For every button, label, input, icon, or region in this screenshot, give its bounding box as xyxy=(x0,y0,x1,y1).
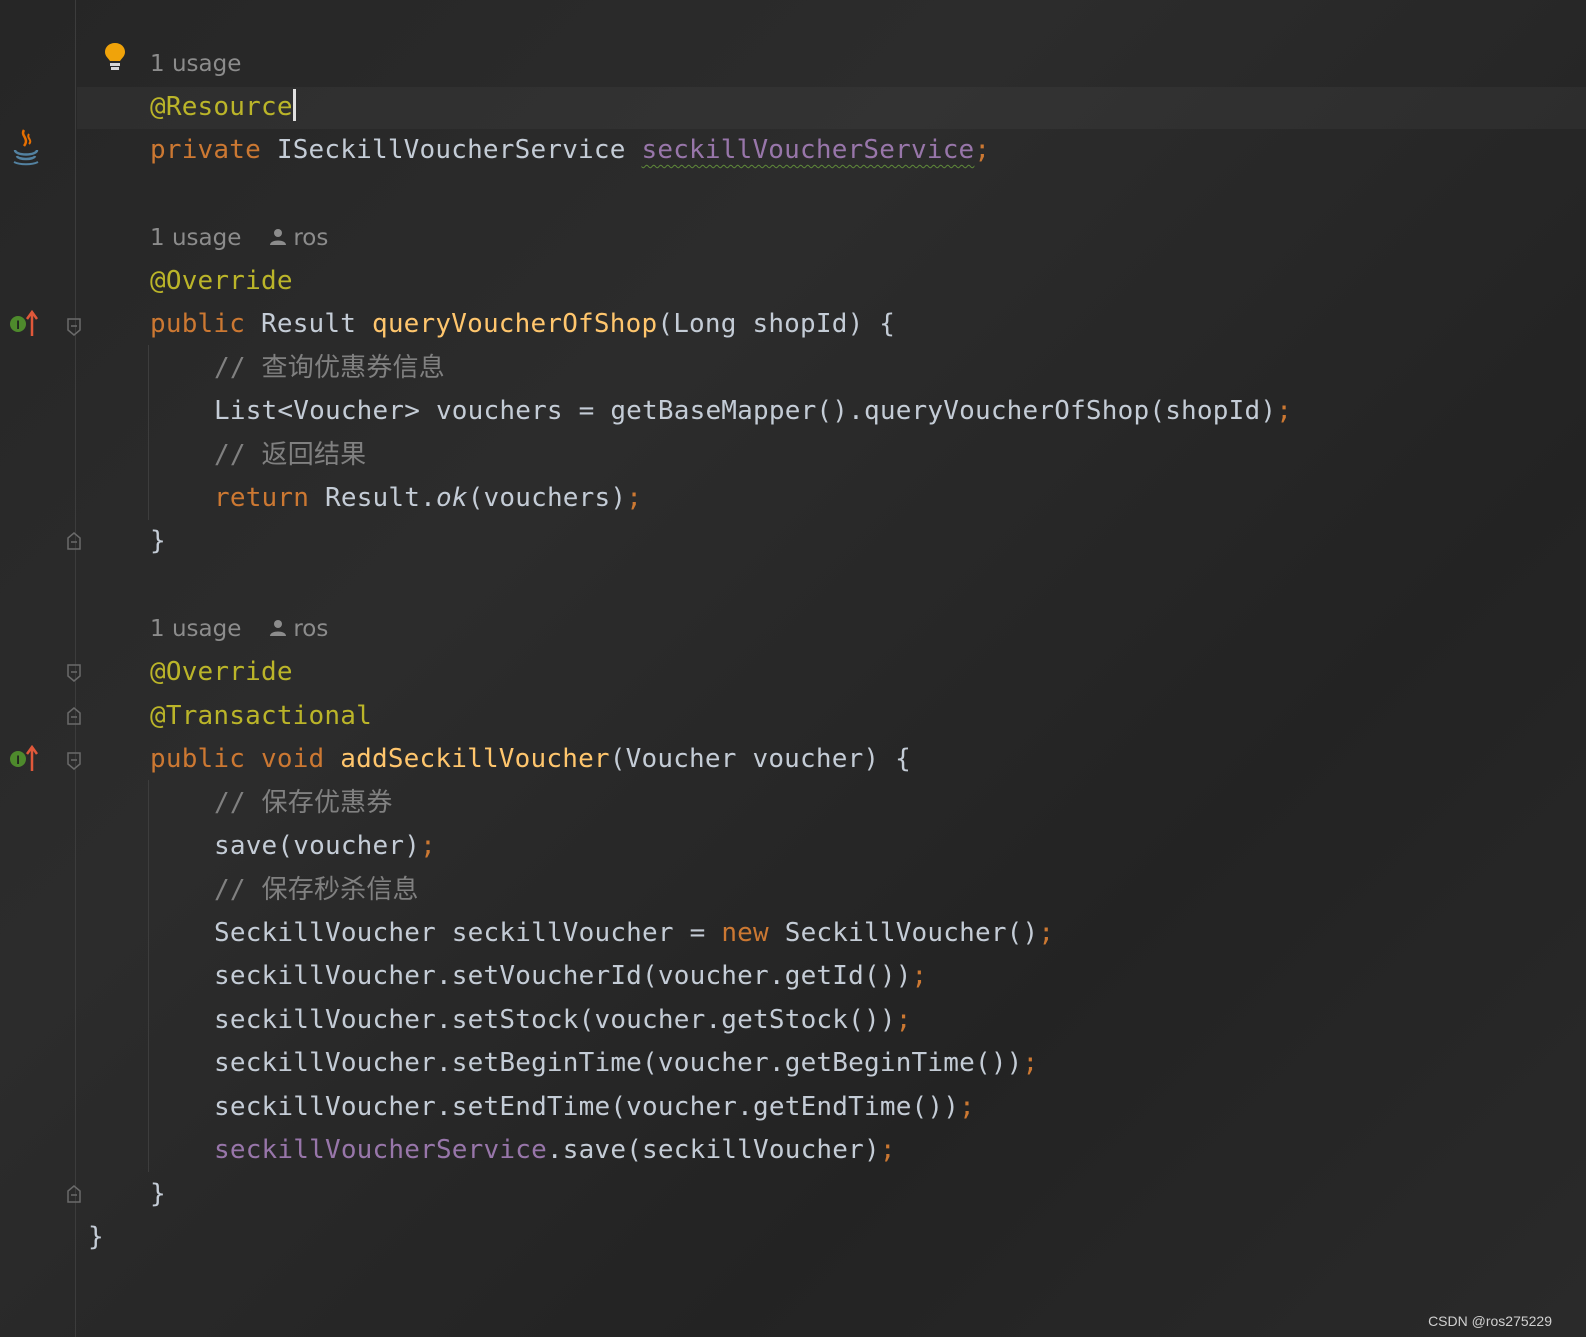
person-icon xyxy=(270,620,287,636)
svg-text:I: I xyxy=(16,318,19,332)
annotation: @Override xyxy=(150,657,293,687)
keyword: public xyxy=(150,744,246,774)
implements-method-icon[interactable]: I xyxy=(8,310,38,338)
statement: seckillVoucher.setStock(voucher.getStock… xyxy=(214,1005,896,1035)
code-line[interactable]: } xyxy=(88,1215,104,1259)
code-line[interactable]: public void addSeckillVoucher(Voucher vo… xyxy=(150,737,911,781)
code-line[interactable]: return Result.ok(vouchers); xyxy=(214,476,642,520)
usage-hint[interactable]: 1 usage xyxy=(150,42,241,86)
method-params: (Long shopId) { xyxy=(657,309,896,339)
code-line[interactable]: } xyxy=(150,1172,166,1216)
semicolon: ; xyxy=(1038,918,1055,948)
statement: seckillVoucher.setBeginTime(voucher.getB… xyxy=(214,1048,1023,1078)
person-icon xyxy=(270,229,287,245)
code-line[interactable]: seckillVoucherService.save(seckillVouche… xyxy=(214,1128,896,1172)
author-name: ros xyxy=(293,616,329,642)
author-name: ros xyxy=(293,225,329,251)
code-line[interactable]: public Result queryVoucherOfShop(Long sh… xyxy=(150,302,895,346)
code-line[interactable]: List<Voucher> vouchers = getBaseMapper()… xyxy=(214,389,1292,433)
static-method: ok xyxy=(435,483,468,513)
code-line[interactable]: seckillVoucher.setBeginTime(voucher.getB… xyxy=(214,1041,1038,1085)
field-name: seckillVoucherService xyxy=(214,1135,547,1165)
code-comment[interactable]: // 保存优惠券 xyxy=(214,781,393,825)
code-comment[interactable]: // 返回结果 xyxy=(214,433,366,477)
semicolon: ; xyxy=(974,135,991,165)
semicolon: ; xyxy=(626,483,643,513)
code-line[interactable]: SeckillVoucher seckillVoucher = new Seck… xyxy=(214,911,1054,955)
fold-marker-icon[interactable] xyxy=(67,664,81,682)
keyword: void xyxy=(260,744,325,774)
usage-hint[interactable]: 1 usage ros xyxy=(150,216,328,260)
editor-gutter[interactable]: I I xyxy=(0,0,125,1337)
indent-guide xyxy=(148,780,149,1172)
annotation: @Resource xyxy=(150,92,293,122)
statement: SeckillVoucher seckillVoucher = xyxy=(214,918,722,948)
code-line[interactable]: @Resource xyxy=(150,85,296,129)
author-hint[interactable]: ros xyxy=(269,225,328,251)
keyword: public xyxy=(150,309,246,339)
code-line[interactable]: @Override xyxy=(150,259,293,303)
java-bean-icon[interactable] xyxy=(10,128,42,166)
semicolon: ; xyxy=(1022,1048,1039,1078)
type-name: Result xyxy=(260,309,357,339)
keyword: return xyxy=(214,483,310,513)
type-name: ISeckillVoucherService xyxy=(276,135,626,165)
fold-marker-icon[interactable] xyxy=(67,707,81,725)
fold-marker-icon[interactable] xyxy=(67,318,81,336)
semicolon: ; xyxy=(420,831,436,861)
annotation: @Override xyxy=(150,266,293,296)
semicolon: ; xyxy=(895,1005,912,1035)
keyword: private xyxy=(150,135,261,165)
statement: save(voucher) xyxy=(214,831,421,861)
statement: SeckillVoucher() xyxy=(768,918,1039,948)
current-line-highlight xyxy=(77,87,1586,129)
fold-marker-icon[interactable] xyxy=(67,752,81,770)
usage-count: 1 usage xyxy=(150,225,242,251)
method-name: queryVoucherOfShop xyxy=(371,309,658,339)
watermark: CSDN @ros275229 xyxy=(1428,1313,1552,1329)
text-cursor xyxy=(292,89,296,121)
statement: .save(seckillVoucher) xyxy=(546,1135,880,1165)
field-name: seckillVoucherService xyxy=(641,135,975,165)
code-line[interactable]: private ISeckillVoucherService seckillVo… xyxy=(150,128,990,172)
usage-count: 1 usage xyxy=(150,616,242,642)
fold-marker-icon[interactable] xyxy=(67,532,81,550)
code-line[interactable]: save(voucher); xyxy=(214,824,436,868)
semicolon: ; xyxy=(879,1135,896,1165)
semicolon: ; xyxy=(959,1092,975,1122)
indent-guide xyxy=(148,345,149,520)
method-name: addSeckillVoucher xyxy=(340,744,610,774)
implements-method-icon[interactable]: I xyxy=(8,745,38,773)
code-line[interactable]: @Transactional xyxy=(150,694,372,738)
statement: (vouchers) xyxy=(467,483,627,513)
statement: seckillVoucher.setEndTime(voucher.getEnd… xyxy=(214,1092,960,1122)
keyword: new xyxy=(721,918,769,948)
annotation: @Transactional xyxy=(150,701,372,731)
statement: seckillVoucher.setVoucherId(voucher.getI… xyxy=(214,961,912,991)
author-hint[interactable]: ros xyxy=(269,616,328,642)
code-line[interactable]: seckillVoucher.setEndTime(voucher.getEnd… xyxy=(214,1085,975,1129)
statement: List<Voucher> vouchers = getBaseMapper()… xyxy=(214,396,1277,426)
code-line[interactable]: } xyxy=(150,519,166,563)
svg-text:I: I xyxy=(16,753,19,767)
code-comment[interactable]: // 查询优惠券信息 xyxy=(214,346,445,390)
lightbulb-icon[interactable] xyxy=(104,42,126,72)
code-line[interactable]: seckillVoucher.setStock(voucher.getStock… xyxy=(214,998,912,1042)
code-line[interactable]: @Override xyxy=(150,650,293,694)
code-comment[interactable]: // 保存秒杀信息 xyxy=(214,868,419,912)
semicolon: ; xyxy=(1276,396,1293,426)
statement: Result. xyxy=(324,483,436,513)
fold-marker-icon[interactable] xyxy=(67,1185,81,1203)
method-params: (Voucher voucher) { xyxy=(609,744,911,774)
code-line[interactable]: seckillVoucher.setVoucherId(voucher.getI… xyxy=(214,954,927,998)
usage-hint[interactable]: 1 usage ros xyxy=(150,607,328,651)
code-editor[interactable]: I I 1 usage @Resource private ISeckillVo… xyxy=(0,0,1586,1337)
semicolon: ; xyxy=(911,961,928,991)
